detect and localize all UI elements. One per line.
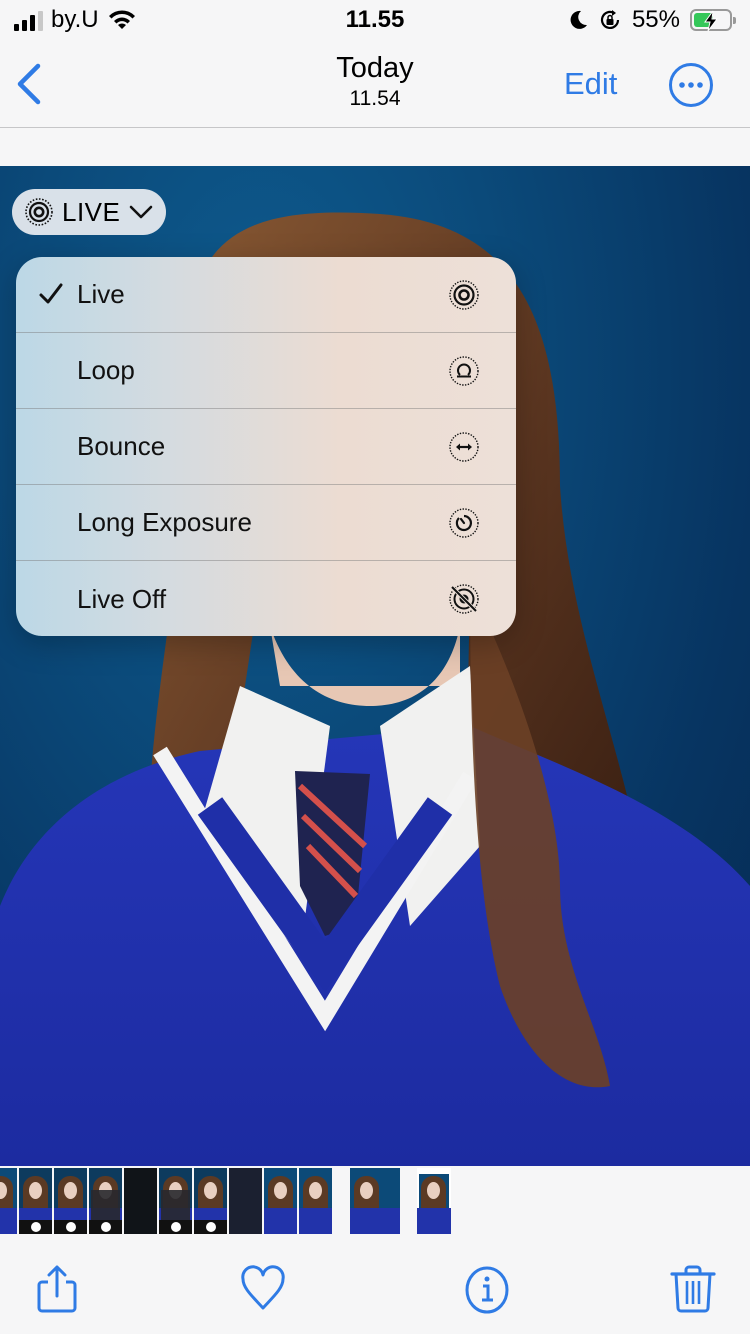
live-photo-icon (449, 280, 479, 310)
thumbnail[interactable] (0, 1168, 17, 1234)
menu-item-label: Long Exposure (77, 507, 252, 537)
menu-item-bounce[interactable]: Bounce (16, 409, 516, 485)
thumbnail[interactable] (417, 1168, 451, 1234)
long-exposure-icon (449, 508, 479, 538)
navigation-bar: Today 11.54 Edit (0, 42, 750, 128)
live-mode-menu: Live Loop Bounce Long Exposure Live Off (16, 257, 516, 636)
heart-icon (241, 1265, 285, 1310)
thumbnail[interactable] (159, 1168, 192, 1234)
bottom-toolbar (0, 1240, 750, 1334)
share-button[interactable] (32, 1264, 82, 1314)
menu-item-label: Live (77, 279, 125, 309)
thumbnail[interactable] (54, 1168, 87, 1234)
info-icon (465, 1266, 509, 1314)
live-mode-button[interactable]: LIVE (12, 189, 166, 235)
thumbnail[interactable] (350, 1168, 400, 1234)
share-icon (37, 1265, 77, 1313)
page-title: Today (336, 52, 414, 84)
live-photo-icon (25, 198, 53, 226)
menu-item-live[interactable]: Live (16, 257, 516, 333)
menu-item-label: Live Off (77, 583, 167, 614)
moon-icon (570, 10, 587, 29)
signal-icon (14, 9, 43, 31)
favorite-button[interactable] (238, 1264, 288, 1314)
ellipsis-circle-icon (669, 63, 713, 107)
thumbnail[interactable] (194, 1168, 227, 1234)
back-button[interactable] (14, 62, 54, 108)
loop-icon (449, 356, 479, 386)
thumbnail[interactable] (299, 1168, 332, 1234)
trash-icon (670, 1265, 716, 1313)
menu-item-label: Bounce (77, 431, 166, 461)
carrier-name: by.U (51, 6, 99, 33)
menu-item-label: Loop (77, 355, 135, 385)
menu-item-live-off[interactable]: Live Off (16, 561, 516, 636)
battery-charging-icon (690, 9, 736, 32)
thumbnail[interactable] (124, 1168, 157, 1234)
rotation-lock-icon (600, 10, 620, 29)
thumbnail-strip[interactable] (0, 1166, 750, 1240)
thumbnail[interactable] (89, 1168, 122, 1234)
chevron-down-icon (130, 205, 153, 219)
thumbnail[interactable] (229, 1168, 262, 1234)
thumbnail[interactable] (264, 1168, 297, 1234)
thumbnail[interactable] (19, 1168, 52, 1234)
live-off-icon (449, 584, 479, 614)
wifi-icon (108, 10, 135, 29)
delete-button[interactable] (668, 1264, 718, 1314)
bounce-icon (449, 432, 479, 462)
checkmark-icon (39, 283, 63, 304)
menu-item-long-exposure[interactable]: Long Exposure (16, 485, 516, 561)
live-mode-label: LIVE (62, 196, 121, 227)
charging-bolt-icon (704, 10, 718, 32)
chevron-left-icon (17, 63, 41, 105)
nav-title: Today 11.54 (0, 52, 750, 111)
battery-percent: 55% (631, 6, 680, 33)
info-button[interactable] (462, 1264, 512, 1314)
status-bar: by.U 11.55 55% (0, 0, 750, 42)
menu-item-loop[interactable]: Loop (16, 333, 516, 409)
edit-button[interactable]: Edit (564, 66, 617, 102)
page-subtitle: 11.54 (349, 87, 401, 110)
more-button[interactable] (668, 62, 714, 108)
